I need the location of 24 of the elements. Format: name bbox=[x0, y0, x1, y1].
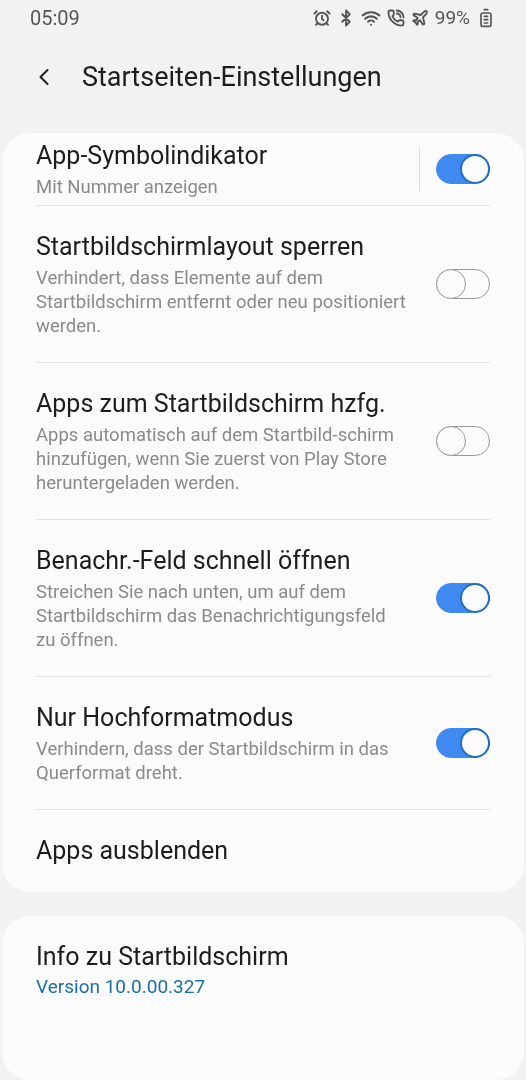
setting-description: Streichen Sie nach unten, um auf dem Startbildschirm das Benachrichtigungsfeld zu öffnen. bbox=[36, 580, 387, 652]
toggle-switch[interactable] bbox=[436, 728, 490, 758]
wifi-icon bbox=[360, 8, 381, 28]
toggle-switch[interactable] bbox=[436, 154, 490, 184]
alarm-icon bbox=[312, 9, 331, 27]
setting-title[interactable]: Apps zum Startbildschirm hzfg. bbox=[36, 387, 408, 421]
setting-description: Apps automatisch auf dem Startbild-schirm hinzufügen, wenn Sie zuerst von Play Store heruntergeladen werden. bbox=[36, 423, 396, 495]
about-title: Info zu Startbildschirm bbox=[36, 941, 290, 973]
toggle-switch[interactable] bbox=[436, 583, 490, 613]
setting-title[interactable]: Apps ausblenden bbox=[36, 834, 408, 868]
setting-title[interactable]: App-Symbolindikator bbox=[36, 139, 403, 173]
battery-level: 99% bbox=[434, 4, 470, 31]
setting-description: Verhindert, dass Elemente auf dem Startbildschirm entfernt oder neu positioniert werden. bbox=[36, 266, 407, 338]
setting-description: Verhindern, dass der Startbildschirm in das Querformat dreht. bbox=[36, 737, 390, 785]
page-title: Startseiten-Einstellungen bbox=[82, 59, 382, 95]
setting-title[interactable]: Benachr.-Feld schnell öffnen bbox=[36, 544, 408, 578]
version-label: Version 10.0.00.327 bbox=[36, 974, 207, 1000]
status-time: 05:09 bbox=[30, 5, 80, 32]
airplane-icon bbox=[410, 9, 429, 27]
setting-description: Mit Nummer anzeigen bbox=[36, 175, 219, 199]
setting-title[interactable]: Startbildschirmlayout sperren bbox=[36, 230, 408, 264]
call-icon bbox=[386, 9, 405, 27]
setting-title[interactable]: Nur Hochformatmodus bbox=[36, 701, 408, 735]
about-card[interactable]: Info zu Startbildschirm Version 10.0.00.327 bbox=[2, 916, 524, 1080]
